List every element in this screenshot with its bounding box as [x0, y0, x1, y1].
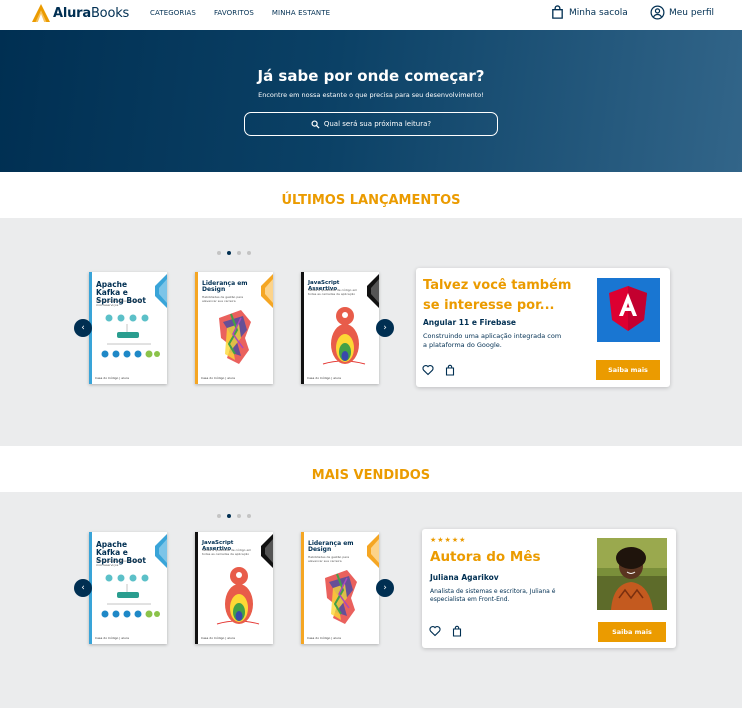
book-chevron-icon	[261, 534, 273, 568]
main-nav: CATEGORIAS FAVORITOS MINHA ESTANTE	[150, 9, 330, 17]
top-header: AluraBooks CATEGORIAS FAVORITOS MINHA ES…	[0, 0, 742, 30]
book-title: Liderança em Design	[202, 280, 248, 294]
carousel-dot[interactable]	[217, 251, 221, 255]
book-spine	[195, 272, 198, 384]
recommended-book-title: Angular 11 e Firebase	[423, 318, 516, 327]
book-subtitle: Testes e qualidade de código em todas as…	[308, 288, 358, 296]
carousel-dot[interactable]	[237, 251, 241, 255]
book-subtitle: Habilidades de gestão para alavancar sua…	[202, 295, 244, 303]
book-spine	[195, 532, 198, 644]
recommendation-card: Talvez você também se interesse por... A…	[416, 268, 670, 387]
bestsellers-title: MAIS VENDIDOS	[311, 468, 431, 483]
profile-link[interactable]: Meu perfil	[650, 5, 714, 20]
author-description: Analista de sistemas e escritora, Julian…	[430, 588, 556, 604]
book-subtitle: Comunicação assíncrona entre microsservi…	[96, 299, 143, 307]
matryoshka-illustration	[322, 307, 366, 365]
heart-icon[interactable]	[429, 625, 441, 637]
author-of-month-title: Autora do Mês	[430, 549, 541, 565]
carousel-dot-active[interactable]	[227, 251, 231, 255]
book-subtitle: Comunicação assíncrona entre microsservi…	[96, 559, 143, 567]
carousel-dot-active[interactable]	[227, 514, 231, 518]
hero-subtitle: Encontre em nossa estante o que precisa …	[258, 91, 484, 99]
book-cover-javascript[interactable]: JavaScript Assertivo Testes e qualidade …	[195, 532, 273, 644]
book-chevron-icon	[367, 534, 379, 568]
user-icon	[650, 5, 665, 20]
carousel-next-button[interactable]: ›	[376, 579, 394, 597]
shopping-bag-icon[interactable]	[444, 364, 456, 376]
carousel-next-button[interactable]: ›	[376, 319, 394, 337]
book-chevron-icon	[261, 274, 273, 308]
book-cover-lideranca[interactable]: Liderança em Design Habilidades de gestã…	[301, 532, 379, 644]
carousel-prev-button[interactable]: ‹	[74, 319, 92, 337]
hero-title: Já sabe por onde começar?	[257, 67, 485, 85]
search-placeholder: Qual será sua próxima leitura?	[323, 120, 432, 128]
angular-book-cover[interactable]	[597, 278, 660, 342]
book-publisher: Casa do Código | alura	[307, 376, 341, 380]
head-illustration	[219, 310, 251, 364]
book-subtitle: Habilidades de gestão para alavancar sua…	[308, 555, 350, 563]
book-publisher: Casa do Código | alura	[95, 376, 129, 380]
kafka-diagram-illustration	[101, 314, 160, 358]
bag-label: Minha sacola	[569, 7, 628, 18]
book-cover-kafka[interactable]: Apache Kafka e Spring Boot Comunicação a…	[89, 532, 167, 644]
carousel-dot[interactable]	[217, 514, 221, 518]
book-publisher: Casa do Código | alura	[201, 636, 235, 640]
book-cover-javascript[interactable]: JavaScript Assertivo Testes e qualidade …	[301, 272, 379, 384]
matryoshka-illustration	[216, 567, 260, 625]
book-publisher: Casa do Código | alura	[307, 636, 341, 640]
launches-carousel-dots	[217, 251, 251, 255]
carousel-dot[interactable]	[237, 514, 241, 518]
carousel-dot[interactable]	[247, 251, 251, 255]
nav-categorias[interactable]: CATEGORIAS	[150, 9, 196, 17]
author-of-month-card: ★★★★★ Autora do Mês Juliana Agarikov Ana…	[422, 529, 676, 648]
logo-icon	[32, 4, 50, 22]
saiba-mais-button[interactable]: Saiba mais	[598, 622, 666, 642]
search-input[interactable]: Qual será sua próxima leitura?	[244, 112, 498, 136]
author-photo	[597, 538, 667, 610]
bag-link[interactable]: Minha sacola	[550, 5, 628, 20]
rating-stars: ★★★★★	[430, 536, 467, 544]
chevron-right-icon: ›	[383, 583, 387, 593]
chevron-right-icon: ›	[383, 323, 387, 333]
launches-title-band: ÚLTIMOS LANÇAMENTOS	[0, 172, 742, 218]
saiba-mais-button[interactable]: Saiba mais	[596, 360, 660, 380]
book-cover-kafka[interactable]: Apache Kafka e Spring Boot Comunicação a…	[89, 272, 167, 384]
book-chevron-icon	[155, 274, 167, 308]
book-chevron-icon	[367, 274, 379, 308]
book-publisher: Casa do Código | alura	[201, 376, 235, 380]
book-cover-lideranca[interactable]: Liderança em Design Habilidades de gestã…	[195, 272, 273, 384]
heart-icon[interactable]	[422, 364, 434, 376]
hero-banner: Já sabe por onde começar? Encontre em no…	[0, 30, 742, 172]
head-illustration	[325, 570, 357, 624]
logo-text: AluraBooks	[53, 5, 130, 21]
nav-minha-estante[interactable]: MINHA ESTANTE	[272, 9, 330, 17]
book-subtitle: Testes e qualidade de código em todas as…	[202, 548, 252, 556]
bestsellers-title-band: MAIS VENDIDOS	[0, 446, 742, 492]
author-name: Juliana Agarikov	[430, 573, 499, 582]
alurabooks-logo[interactable]: AluraBooks	[32, 4, 129, 22]
book-spine	[301, 532, 304, 644]
book-publisher: Casa do Código | alura	[95, 636, 129, 640]
book-title: Liderança em Design	[308, 540, 354, 554]
carousel-prev-button[interactable]: ‹	[74, 579, 92, 597]
chevron-left-icon: ‹	[81, 583, 85, 593]
kafka-diagram-illustration	[101, 574, 160, 618]
book-spine	[301, 272, 304, 384]
shopping-bag-icon	[552, 5, 563, 19]
nav-favoritos[interactable]: FAVORITOS	[214, 9, 254, 17]
shopping-bag-icon[interactable]	[451, 625, 463, 637]
recommended-book-description: Construindo uma aplicação integrada com …	[423, 332, 562, 350]
profile-label: Meu perfil	[669, 7, 714, 18]
book-chevron-icon	[155, 534, 167, 568]
launches-title: ÚLTIMOS LANÇAMENTOS	[281, 193, 461, 208]
carousel-dot[interactable]	[247, 514, 251, 518]
recommendation-title: Talvez você também se interesse por...	[423, 278, 572, 313]
bestsellers-carousel-dots	[217, 514, 251, 518]
chevron-left-icon: ‹	[81, 323, 85, 333]
search-icon	[311, 119, 320, 129]
